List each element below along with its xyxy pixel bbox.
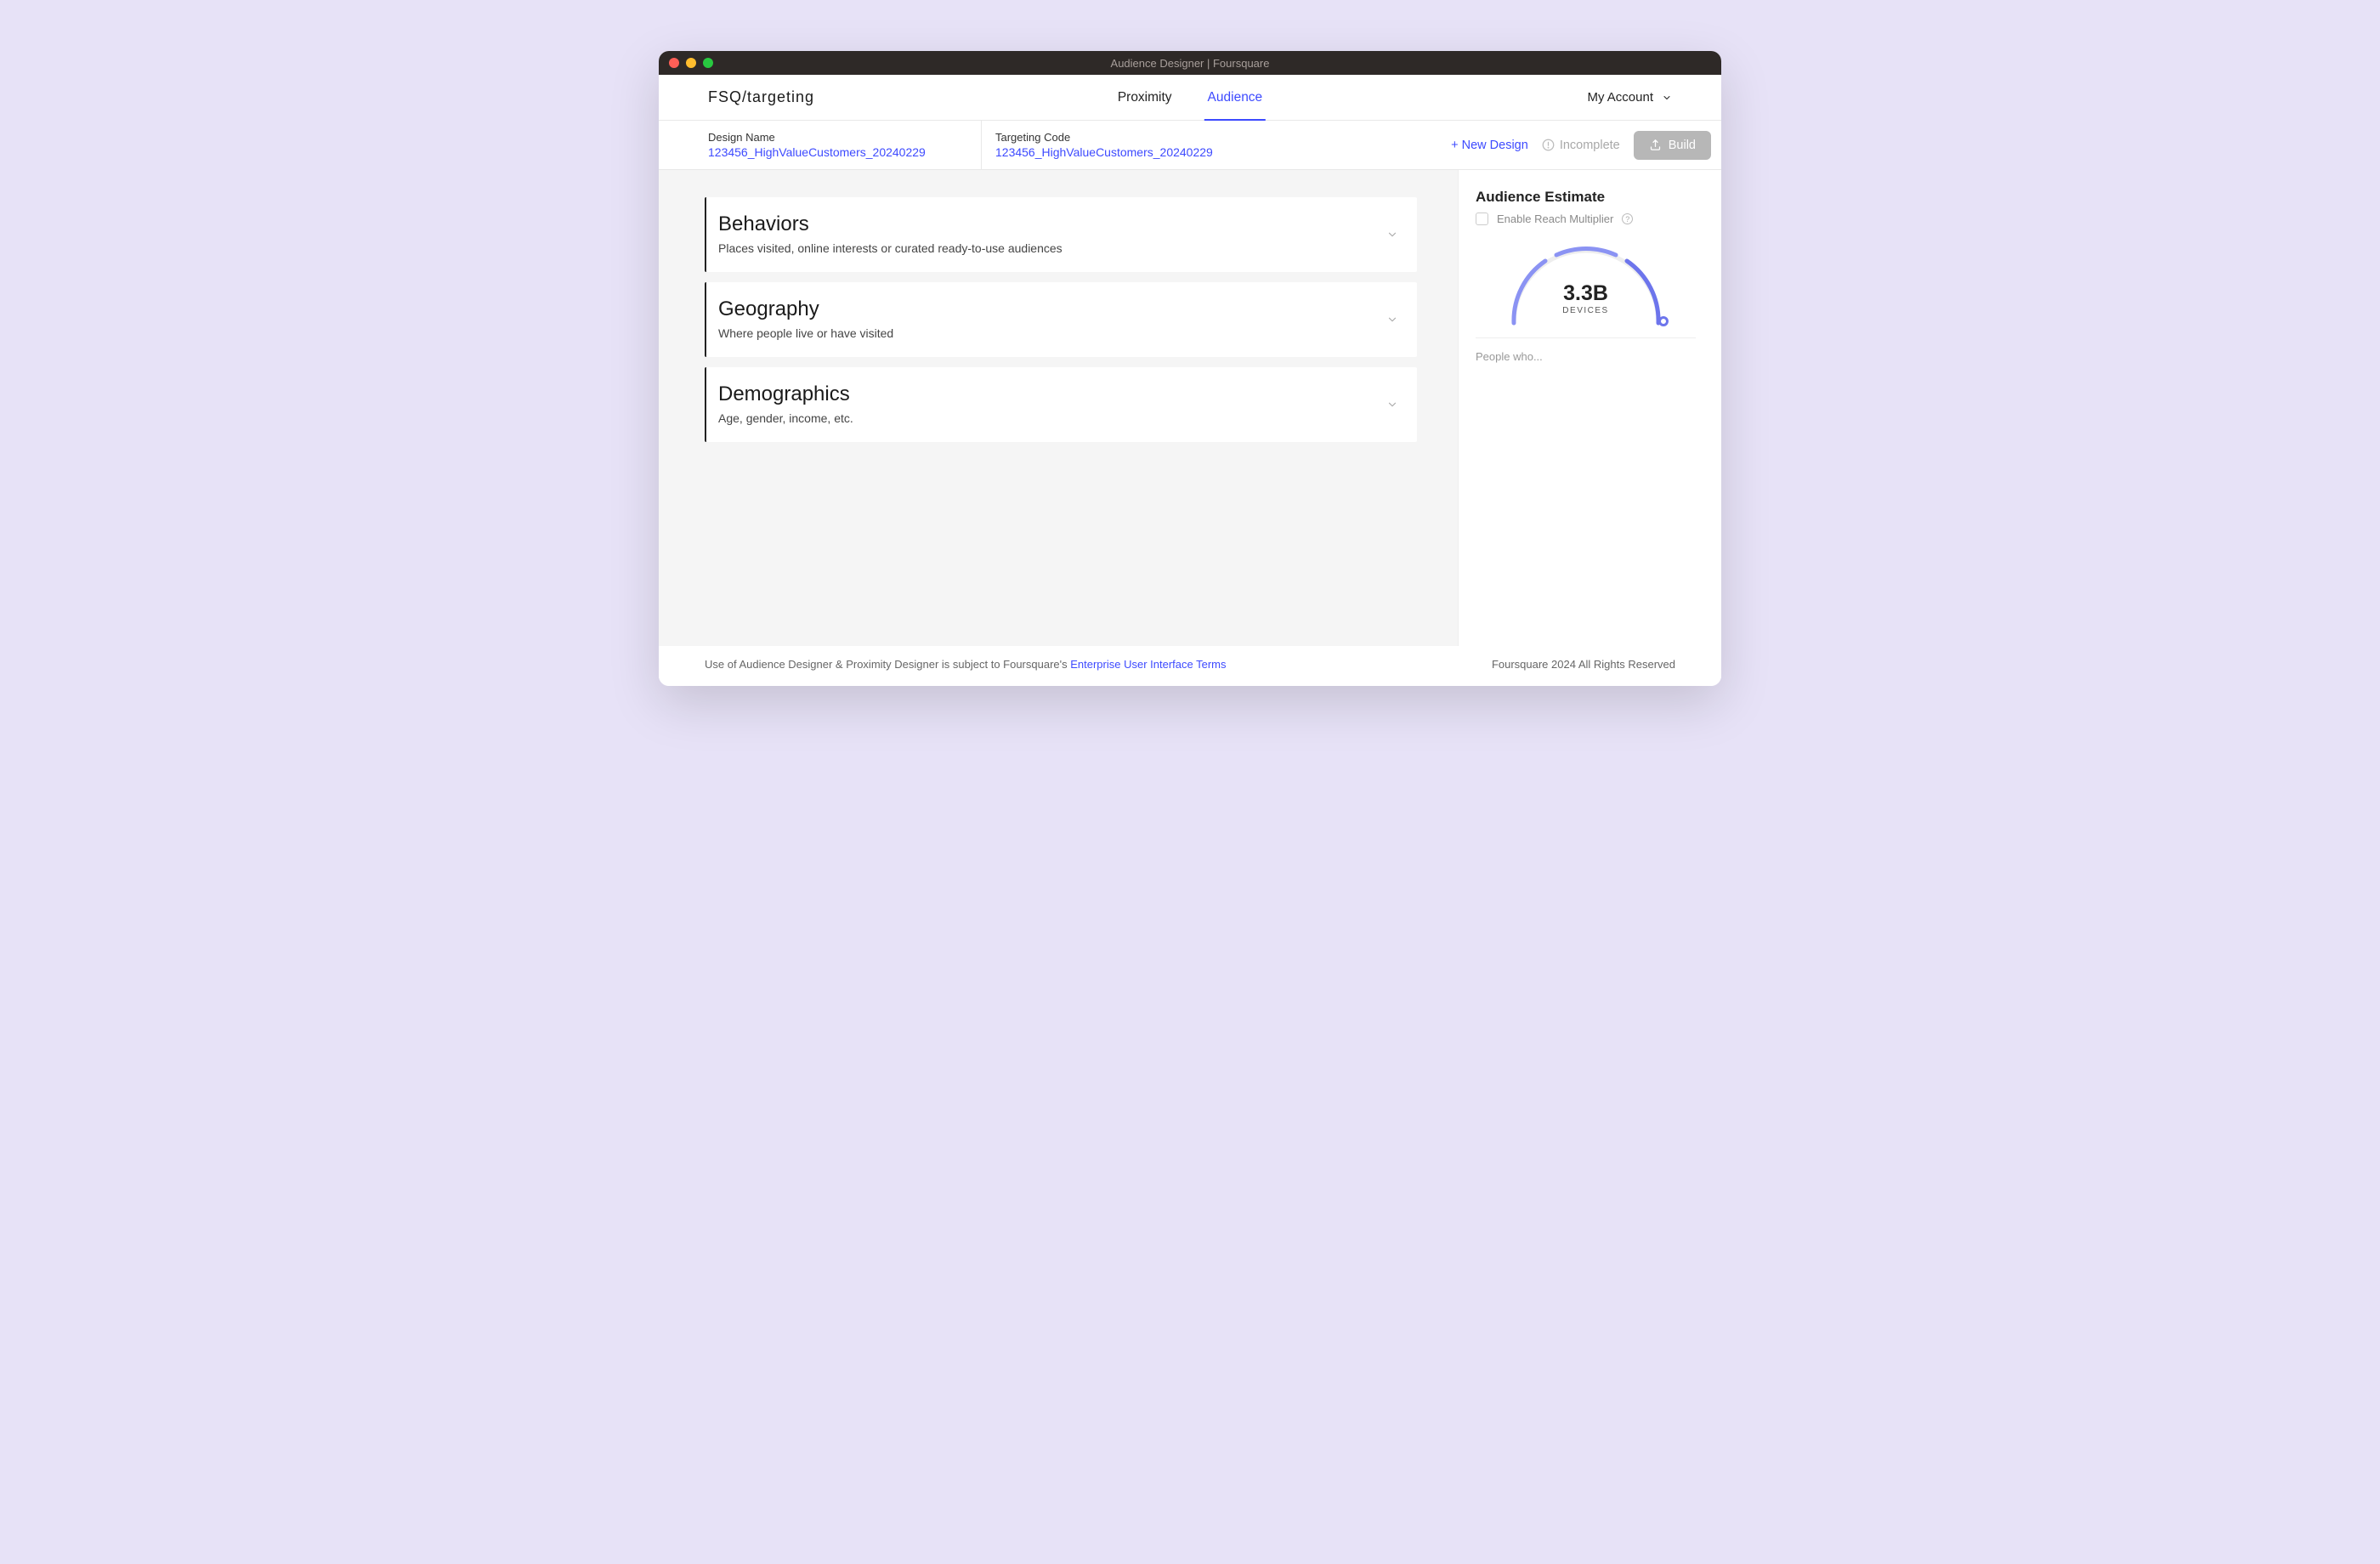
card-demographics[interactable]: Demographics Age, gender, income, etc.	[705, 367, 1417, 442]
alert-icon	[1542, 139, 1555, 151]
titlebar: Audience Designer | Foursquare	[659, 51, 1721, 75]
upload-icon	[1649, 139, 1662, 151]
subheader: Design Name 123456_HighValueCustomers_20…	[659, 121, 1721, 170]
maximize-window-icon[interactable]	[703, 58, 713, 68]
cards-panel: Behaviors Places visited, online interes…	[659, 170, 1458, 646]
build-button[interactable]: Build	[1634, 131, 1711, 160]
footer-disclaimer: Use of Audience Designer & Proximity Des…	[705, 658, 1227, 671]
gauge-indicator-dot	[1658, 316, 1669, 326]
card-title: Behaviors	[718, 212, 1398, 236]
status-indicator: Incomplete	[1542, 139, 1620, 152]
chevron-down-icon	[1386, 314, 1398, 326]
gauge: 3.3B DEVICES	[1505, 242, 1667, 327]
subheader-actions: + New Design Incomplete Build	[1451, 121, 1721, 169]
window-title: Audience Designer | Foursquare	[1111, 57, 1270, 70]
logo[interactable]: FSQ/targeting	[708, 88, 814, 106]
tab-proximity[interactable]: Proximity	[1118, 75, 1172, 120]
people-who-label: People who...	[1476, 350, 1696, 363]
disclaimer-text: Use of Audience Designer & Proximity Des…	[705, 658, 1070, 671]
header: FSQ/targeting Proximity Audience My Acco…	[659, 75, 1721, 121]
tab-audience[interactable]: Audience	[1208, 75, 1263, 120]
new-design-button[interactable]: + New Design	[1451, 139, 1528, 152]
card-desc: Places visited, online interests or cura…	[718, 241, 1398, 255]
app-window: Audience Designer | Foursquare FSQ/targe…	[659, 51, 1721, 686]
card-behaviors[interactable]: Behaviors Places visited, online interes…	[705, 197, 1417, 272]
estimate-title: Audience Estimate	[1476, 189, 1696, 206]
footer: Use of Audience Designer & Proximity Des…	[659, 646, 1721, 686]
reach-multiplier-checkbox[interactable]	[1476, 212, 1488, 225]
traffic-lights	[669, 58, 713, 68]
reach-multiplier-label: Enable Reach Multiplier	[1497, 212, 1613, 225]
account-label: My Account	[1587, 90, 1653, 105]
card-title: Demographics	[718, 382, 1398, 406]
gauge-value: 3.3B	[1562, 281, 1608, 306]
card-desc: Where people live or have visited	[718, 326, 1398, 340]
targeting-code-label: Targeting Code	[995, 131, 1451, 144]
card-geography[interactable]: Geography Where people live or have visi…	[705, 282, 1417, 357]
chevron-down-icon	[1662, 93, 1672, 103]
account-menu[interactable]: My Account	[1587, 90, 1672, 105]
build-label: Build	[1669, 139, 1696, 152]
reach-multiplier-row: Enable Reach Multiplier ?	[1476, 212, 1696, 225]
estimate-sidebar: Audience Estimate Enable Reach Multiplie…	[1458, 170, 1721, 646]
close-window-icon[interactable]	[669, 58, 679, 68]
terms-link[interactable]: Enterprise User Interface Terms	[1070, 658, 1226, 671]
gauge-container: 3.3B DEVICES	[1476, 237, 1696, 338]
minimize-window-icon[interactable]	[686, 58, 696, 68]
design-name-value[interactable]: 123456_HighValueCustomers_20240229	[708, 145, 981, 159]
nav-tabs: Proximity Audience	[1118, 75, 1262, 120]
status-label: Incomplete	[1560, 139, 1620, 152]
main-content: Behaviors Places visited, online interes…	[659, 170, 1721, 646]
design-name-label: Design Name	[708, 131, 981, 144]
chevron-down-icon	[1386, 229, 1398, 241]
footer-copyright: Foursquare 2024 All Rights Reserved	[1492, 658, 1675, 671]
help-icon[interactable]: ?	[1622, 213, 1633, 224]
design-name-column: Design Name 123456_HighValueCustomers_20…	[659, 121, 982, 169]
logo-suffix: /targeting	[742, 88, 814, 105]
logo-prefix: FSQ	[708, 88, 742, 105]
chevron-down-icon	[1386, 399, 1398, 411]
gauge-readout: 3.3B DEVICES	[1562, 281, 1608, 315]
card-title: Geography	[718, 298, 1398, 321]
card-desc: Age, gender, income, etc.	[718, 411, 1398, 425]
gauge-unit: DEVICES	[1562, 306, 1608, 315]
targeting-code-value[interactable]: 123456_HighValueCustomers_20240229	[995, 145, 1451, 159]
targeting-code-column: Targeting Code 123456_HighValueCustomers…	[982, 121, 1451, 169]
